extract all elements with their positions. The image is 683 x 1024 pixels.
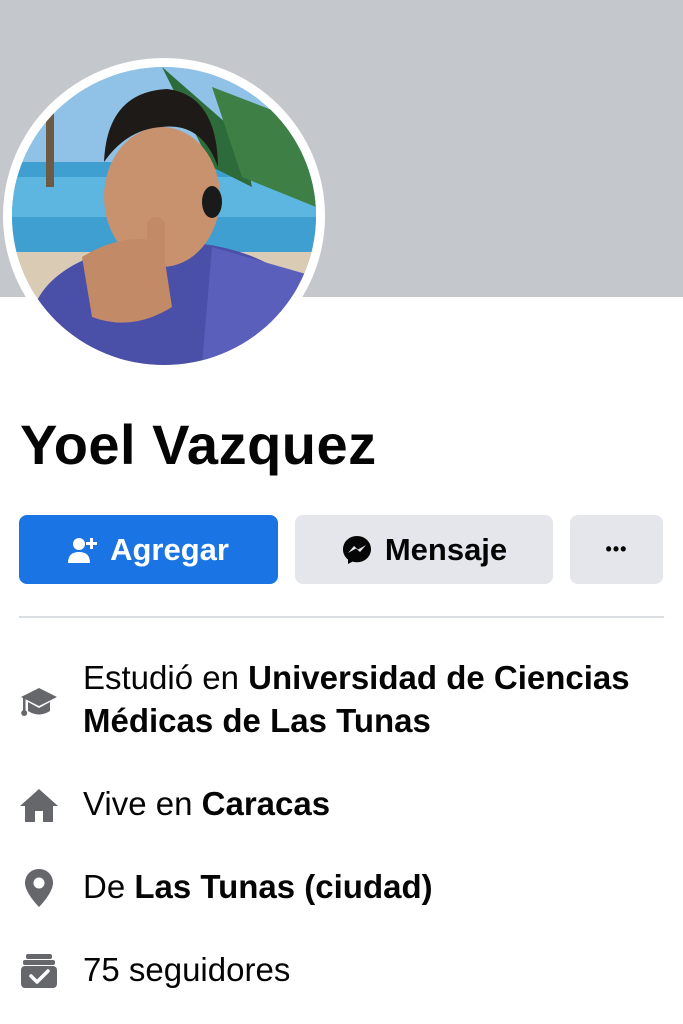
lives-in-text: Vive en Caracas bbox=[83, 782, 663, 825]
messenger-icon bbox=[341, 534, 373, 566]
education-prefix: Estudió en bbox=[83, 659, 239, 696]
followers-text[interactable]: 75 seguidores bbox=[83, 948, 663, 991]
followers-icon bbox=[18, 950, 60, 992]
section-divider bbox=[19, 616, 664, 618]
from-prefix: De bbox=[83, 868, 126, 905]
avatar-photo bbox=[12, 67, 316, 365]
lives-in-prefix: Vive en bbox=[83, 785, 193, 822]
more-options-button[interactable]: ••• bbox=[570, 515, 663, 584]
profile-name: Yoel Vazquez bbox=[20, 413, 377, 476]
message-label: Mensaje bbox=[384, 531, 508, 567]
add-friend-icon bbox=[68, 536, 98, 564]
add-friend-label: Agregar bbox=[110, 531, 229, 567]
location-pin-icon bbox=[18, 867, 60, 909]
education-text: Estudió en Universidad de Ciencias Médic… bbox=[83, 656, 663, 742]
graduation-cap-icon bbox=[18, 682, 60, 724]
from-city-link[interactable]: Las Tunas (ciudad) bbox=[134, 868, 432, 905]
lives-in-city-link[interactable]: Caracas bbox=[202, 785, 330, 822]
home-icon bbox=[18, 784, 60, 826]
message-button[interactable]: Mensaje bbox=[295, 515, 553, 584]
add-friend-button[interactable]: Agregar bbox=[19, 515, 278, 584]
from-text: De Las Tunas (ciudad) bbox=[83, 865, 663, 908]
profile-avatar[interactable] bbox=[12, 67, 316, 365]
more-icon: ••• bbox=[605, 539, 628, 559]
